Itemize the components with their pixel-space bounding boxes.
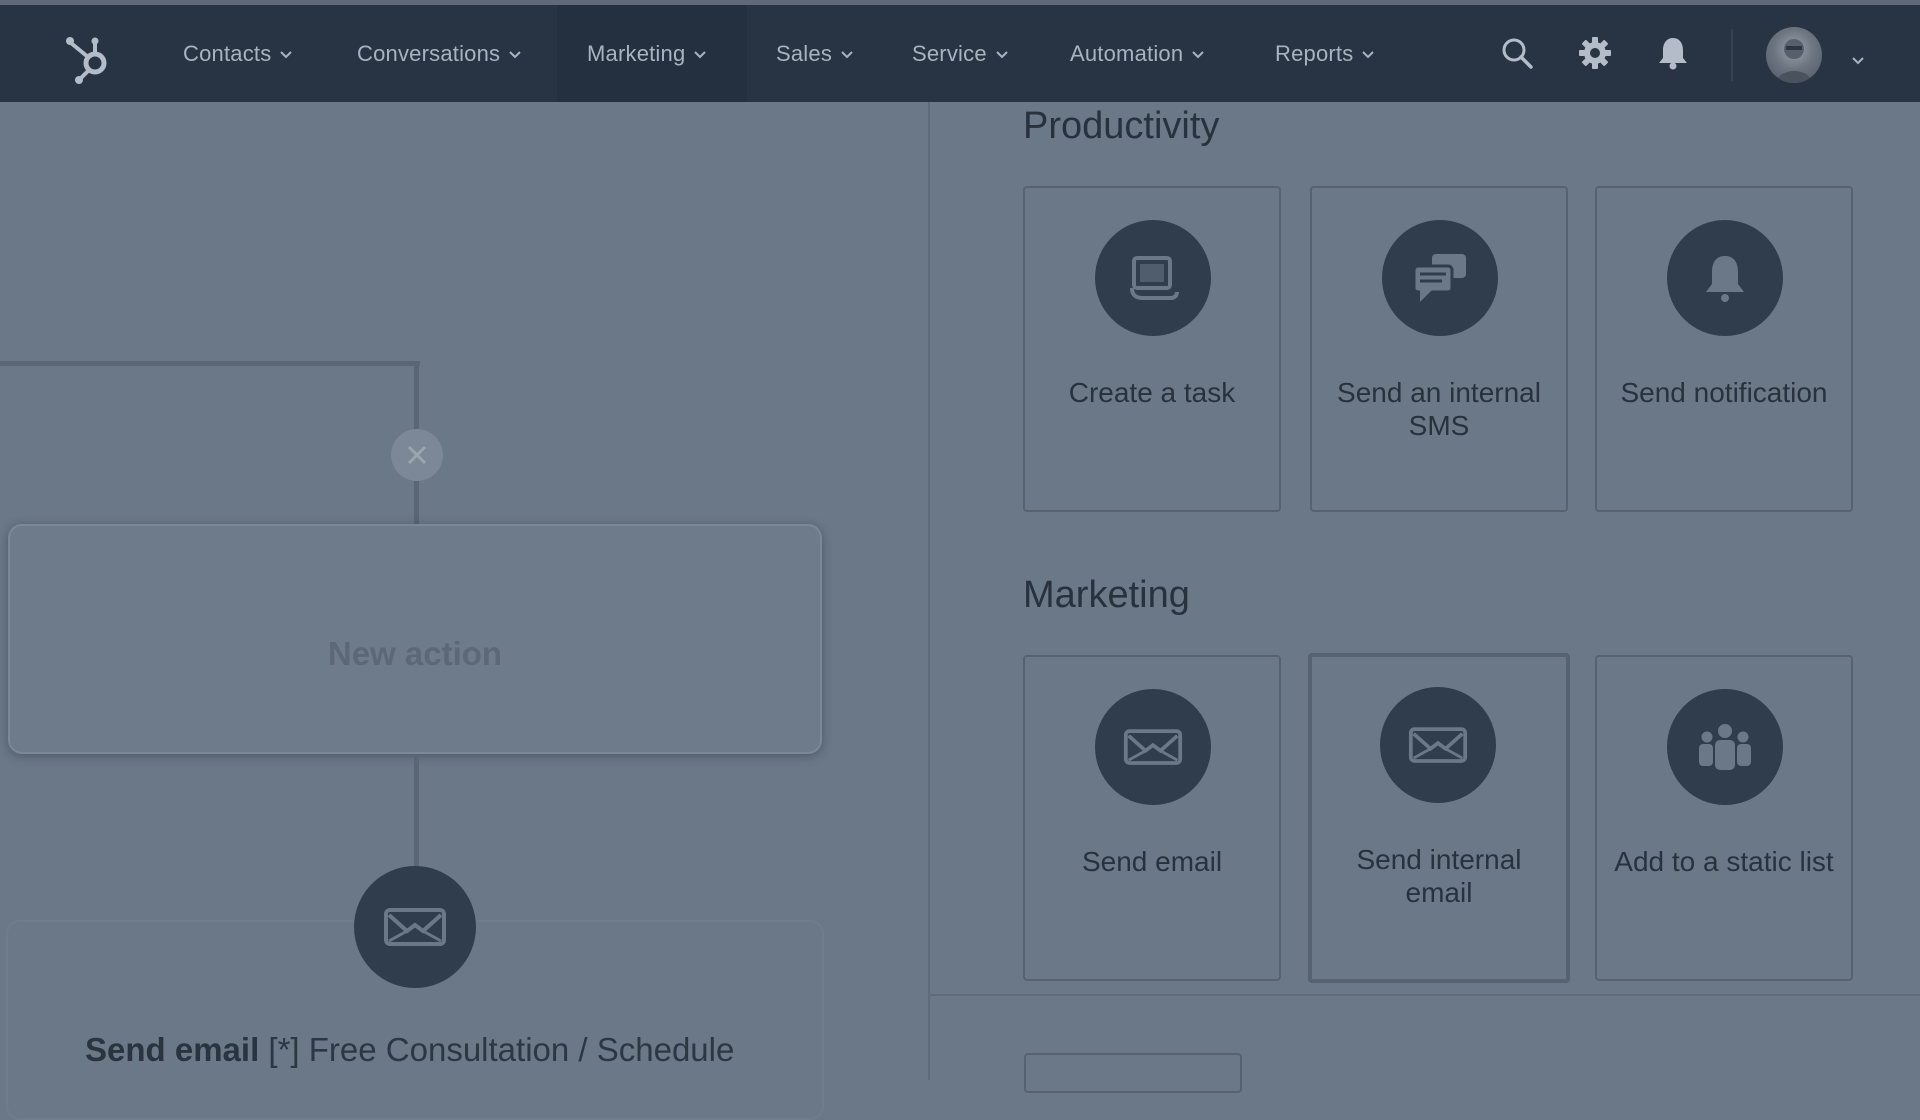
envelope-icon xyxy=(1123,729,1183,765)
nav-sales-label: Sales xyxy=(776,40,833,66)
envelope-icon-circle xyxy=(1095,689,1211,805)
new-action-label: New action xyxy=(327,635,503,672)
send-email-action-title: Send email [*] Free Consultation / Sched… xyxy=(85,1031,734,1069)
sprocket-logo-icon[interactable] xyxy=(62,31,116,85)
tile-send-internal-email[interactable]: Send internal email xyxy=(1308,653,1570,983)
envelope-icon xyxy=(384,908,446,946)
branch-connector-horizontal xyxy=(0,361,420,366)
chevron-down-icon xyxy=(841,50,853,58)
people-icon-circle xyxy=(1667,689,1783,805)
send-email-prefix: Send email xyxy=(85,1031,260,1068)
nav-conversations-label: Conversations xyxy=(357,40,501,66)
chat-icon-circle xyxy=(1382,220,1498,336)
partial-tile-next-section[interactable] xyxy=(1024,1053,1242,1093)
tile-add-to-static-list-label: Add to a static list xyxy=(1614,846,1834,877)
avatar[interactable] xyxy=(1766,27,1822,83)
task-icon-circle xyxy=(1095,220,1211,336)
tile-create-task[interactable]: Create a task xyxy=(1023,186,1281,512)
nav-marketing[interactable]: Marketing xyxy=(557,5,747,102)
chevron-down-icon xyxy=(996,50,1008,58)
envelope-icon xyxy=(1408,727,1468,763)
nav-conversations[interactable]: Conversations xyxy=(357,5,522,102)
section-title-marketing: Marketing xyxy=(1023,574,1190,616)
chevron-down-icon xyxy=(1362,50,1375,58)
section-title-productivity: Productivity xyxy=(1023,105,1220,147)
chevron-down-icon[interactable] xyxy=(1851,54,1865,68)
envelope-icon-circle xyxy=(1380,687,1496,803)
search-icon[interactable] xyxy=(1499,35,1535,71)
chevron-down-icon xyxy=(509,50,521,58)
tile-send-email-label: Send email xyxy=(1081,846,1223,877)
nav-service[interactable]: Service xyxy=(912,5,1009,102)
remove-branch-button[interactable] xyxy=(391,429,443,481)
nav-automation[interactable]: Automation xyxy=(1070,5,1205,102)
tile-send-internal-sms[interactable]: Send an internal SMS xyxy=(1310,186,1568,512)
bell-icon xyxy=(1706,256,1744,302)
send-email-name: [*] Free Consultation / Schedule xyxy=(268,1031,735,1068)
tile-send-internal-email-label: Send internal email xyxy=(1356,844,1522,908)
avatar-portrait-icon xyxy=(1776,39,1812,83)
nav-reports[interactable]: Reports xyxy=(1275,5,1375,102)
people-icon xyxy=(1699,724,1751,770)
tile-send-notification[interactable]: Send notification xyxy=(1595,186,1853,512)
nav-contacts-label: Contacts xyxy=(183,40,272,66)
chat-icon xyxy=(1412,254,1466,302)
tile-add-to-static-list[interactable]: Add to a static list xyxy=(1595,655,1853,981)
nav-reports-label: Reports xyxy=(1275,40,1354,66)
send-email-node[interactable] xyxy=(354,866,476,988)
nav-marketing-label: Marketing xyxy=(587,40,686,66)
nav-divider xyxy=(1731,29,1733,81)
chevron-down-icon xyxy=(1192,50,1205,58)
new-action-card[interactable]: New action xyxy=(8,524,822,754)
tile-send-notification-label: Send notification xyxy=(1620,377,1828,408)
chevron-down-icon xyxy=(280,50,293,58)
action-connector xyxy=(414,754,419,866)
gear-icon[interactable] xyxy=(1577,35,1613,71)
task-icon xyxy=(1130,256,1179,300)
chevron-down-icon xyxy=(694,50,707,58)
top-navigation-bar: Contacts Conversations Marketing Sales S… xyxy=(0,5,1920,102)
bell-icon-circle xyxy=(1667,220,1783,336)
nav-automation-label: Automation xyxy=(1070,40,1184,66)
tile-create-task-label: Create a task xyxy=(1068,377,1236,408)
tile-send-email[interactable]: Send email xyxy=(1023,655,1281,981)
tile-send-internal-sms-label: Send an internal SMS xyxy=(1337,377,1541,441)
close-icon xyxy=(407,445,427,465)
nav-contacts[interactable]: Contacts xyxy=(183,5,293,102)
nav-sales[interactable]: Sales xyxy=(776,5,854,102)
bell-icon[interactable] xyxy=(1655,35,1691,71)
nav-service-label: Service xyxy=(912,40,987,66)
panel-section-divider xyxy=(930,994,1920,996)
